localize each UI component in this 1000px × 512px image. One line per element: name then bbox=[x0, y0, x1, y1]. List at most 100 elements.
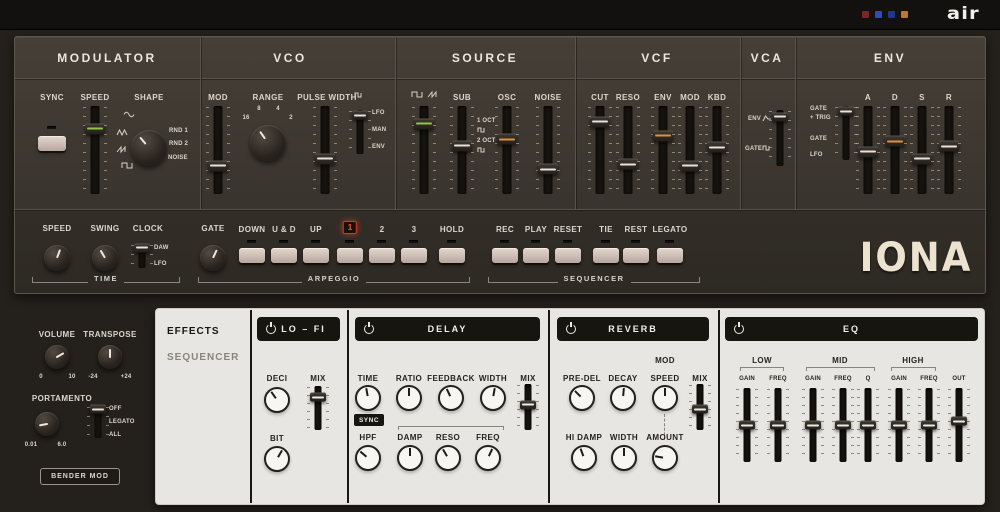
rest-button[interactable] bbox=[623, 248, 649, 263]
sync-badge[interactable]: SYNC bbox=[354, 414, 384, 426]
osc-wave-slider[interactable] bbox=[417, 106, 431, 194]
swing-knob[interactable] bbox=[92, 245, 118, 271]
slider-cap[interactable] bbox=[770, 421, 786, 430]
arp-down-button[interactable] bbox=[239, 248, 265, 263]
eq-high-freq-slider[interactable] bbox=[923, 388, 935, 462]
delay-width-knob[interactable] bbox=[480, 385, 506, 411]
transpose-knob[interactable] bbox=[98, 345, 122, 369]
slider-cap[interactable] bbox=[497, 134, 517, 145]
release-slider[interactable] bbox=[942, 106, 956, 194]
amount-knob[interactable] bbox=[652, 445, 678, 471]
slider-track[interactable] bbox=[918, 106, 927, 194]
legato-button[interactable] bbox=[657, 248, 683, 263]
slider-cap[interactable] bbox=[90, 405, 106, 414]
volume-knob[interactable] bbox=[45, 345, 69, 369]
delay-time-knob[interactable] bbox=[355, 385, 381, 411]
arp-up-button[interactable] bbox=[303, 248, 329, 263]
vco-mod-slider[interactable] bbox=[211, 106, 225, 194]
decay-slider[interactable] bbox=[888, 106, 902, 194]
octave-1-button[interactable] bbox=[337, 248, 363, 263]
slider-cap[interactable] bbox=[618, 159, 638, 170]
slider-track[interactable] bbox=[503, 106, 512, 194]
slider-cap[interactable] bbox=[921, 421, 937, 430]
delay-mix-slider[interactable] bbox=[522, 384, 534, 430]
slider-cap[interactable] bbox=[452, 140, 472, 151]
lofi-mix-slider[interactable] bbox=[312, 386, 324, 430]
slider-track[interactable] bbox=[321, 106, 330, 194]
hold-button[interactable] bbox=[439, 248, 465, 263]
eq-mid-gain-slider[interactable] bbox=[807, 388, 819, 462]
sustain-slider[interactable] bbox=[915, 106, 929, 194]
pulse-width-slider[interactable] bbox=[318, 106, 332, 194]
feedback-knob[interactable] bbox=[438, 385, 464, 411]
slider-cap[interactable] bbox=[538, 164, 558, 175]
bender-mod-button[interactable]: BENDER MOD bbox=[40, 468, 120, 485]
clock-switch[interactable] bbox=[136, 244, 148, 268]
eq-low-gain-slider[interactable] bbox=[741, 388, 753, 462]
slider-cap[interactable] bbox=[858, 146, 878, 157]
sync-button[interactable] bbox=[38, 136, 66, 151]
slider-cap[interactable] bbox=[315, 153, 335, 164]
slider-cap[interactable] bbox=[653, 130, 673, 141]
damp-knob[interactable] bbox=[397, 445, 423, 471]
slider-track[interactable] bbox=[686, 106, 695, 194]
env-mode-switch[interactable] bbox=[840, 106, 852, 160]
rec-button[interactable] bbox=[492, 248, 518, 263]
eq-low-freq-slider[interactable] bbox=[772, 388, 784, 462]
shape-knob[interactable] bbox=[131, 130, 167, 166]
delay-freq-knob[interactable] bbox=[475, 445, 501, 471]
slider-cap[interactable] bbox=[352, 111, 368, 120]
slider-track[interactable] bbox=[91, 106, 100, 194]
octave-2-button[interactable] bbox=[369, 248, 395, 263]
vcf-mod-slider[interactable] bbox=[683, 106, 697, 194]
slider-cap[interactable] bbox=[939, 141, 959, 152]
kbd-slider[interactable] bbox=[710, 106, 724, 194]
slider-cap[interactable] bbox=[739, 421, 755, 430]
slider-cap[interactable] bbox=[772, 112, 788, 121]
tab-effects[interactable]: EFFECTS bbox=[167, 326, 220, 337]
slider-cap[interactable] bbox=[520, 400, 536, 409]
slider-track[interactable] bbox=[659, 106, 668, 194]
slider-cap[interactable] bbox=[208, 160, 228, 171]
hpf-knob[interactable] bbox=[355, 445, 381, 471]
vcf-env-slider[interactable] bbox=[656, 106, 670, 194]
slider-cap[interactable] bbox=[692, 405, 708, 414]
slider-cap[interactable] bbox=[590, 116, 610, 127]
portamento-mode-switch[interactable] bbox=[92, 406, 104, 438]
slider-cap[interactable] bbox=[860, 421, 876, 430]
slider-cap[interactable] bbox=[912, 153, 932, 164]
sub-slider[interactable] bbox=[455, 106, 469, 194]
deci-knob[interactable] bbox=[264, 387, 290, 413]
decay-knob[interactable] bbox=[610, 385, 636, 411]
slider-track[interactable] bbox=[214, 106, 223, 194]
tab-sequencer[interactable]: SEQUENCER bbox=[167, 352, 239, 363]
predel-knob[interactable] bbox=[569, 385, 595, 411]
resonance-slider[interactable] bbox=[621, 106, 635, 194]
eq-high-gain-slider[interactable] bbox=[893, 388, 905, 462]
play-button[interactable] bbox=[523, 248, 549, 263]
slider-cap[interactable] bbox=[885, 136, 905, 147]
slider-cap[interactable] bbox=[805, 421, 821, 430]
arp-gate-knob[interactable] bbox=[200, 245, 226, 271]
hidamp-knob[interactable] bbox=[571, 445, 597, 471]
eq-power-button[interactable] bbox=[734, 324, 744, 334]
delay-reso-knob[interactable] bbox=[435, 445, 461, 471]
range-knob[interactable] bbox=[250, 125, 286, 161]
reset-button[interactable] bbox=[555, 248, 581, 263]
reverb-width-knob[interactable] bbox=[611, 445, 637, 471]
bit-knob[interactable] bbox=[264, 446, 290, 472]
slider-track[interactable] bbox=[544, 106, 553, 194]
arp-ud-button[interactable] bbox=[271, 248, 297, 263]
slider-cap[interactable] bbox=[835, 421, 851, 430]
eq-out-slider[interactable] bbox=[953, 388, 965, 462]
slider-track[interactable] bbox=[891, 106, 900, 194]
reverb-mix-slider[interactable] bbox=[694, 384, 706, 430]
time-speed-knob[interactable] bbox=[44, 245, 70, 271]
cutoff-slider[interactable] bbox=[593, 106, 607, 194]
slider-cap[interactable] bbox=[85, 123, 105, 134]
slider-cap[interactable] bbox=[414, 118, 434, 129]
octave-3-button[interactable] bbox=[401, 248, 427, 263]
mod-speed-slider[interactable] bbox=[88, 106, 102, 194]
slider-track[interactable] bbox=[624, 106, 633, 194]
tie-button[interactable] bbox=[593, 248, 619, 263]
